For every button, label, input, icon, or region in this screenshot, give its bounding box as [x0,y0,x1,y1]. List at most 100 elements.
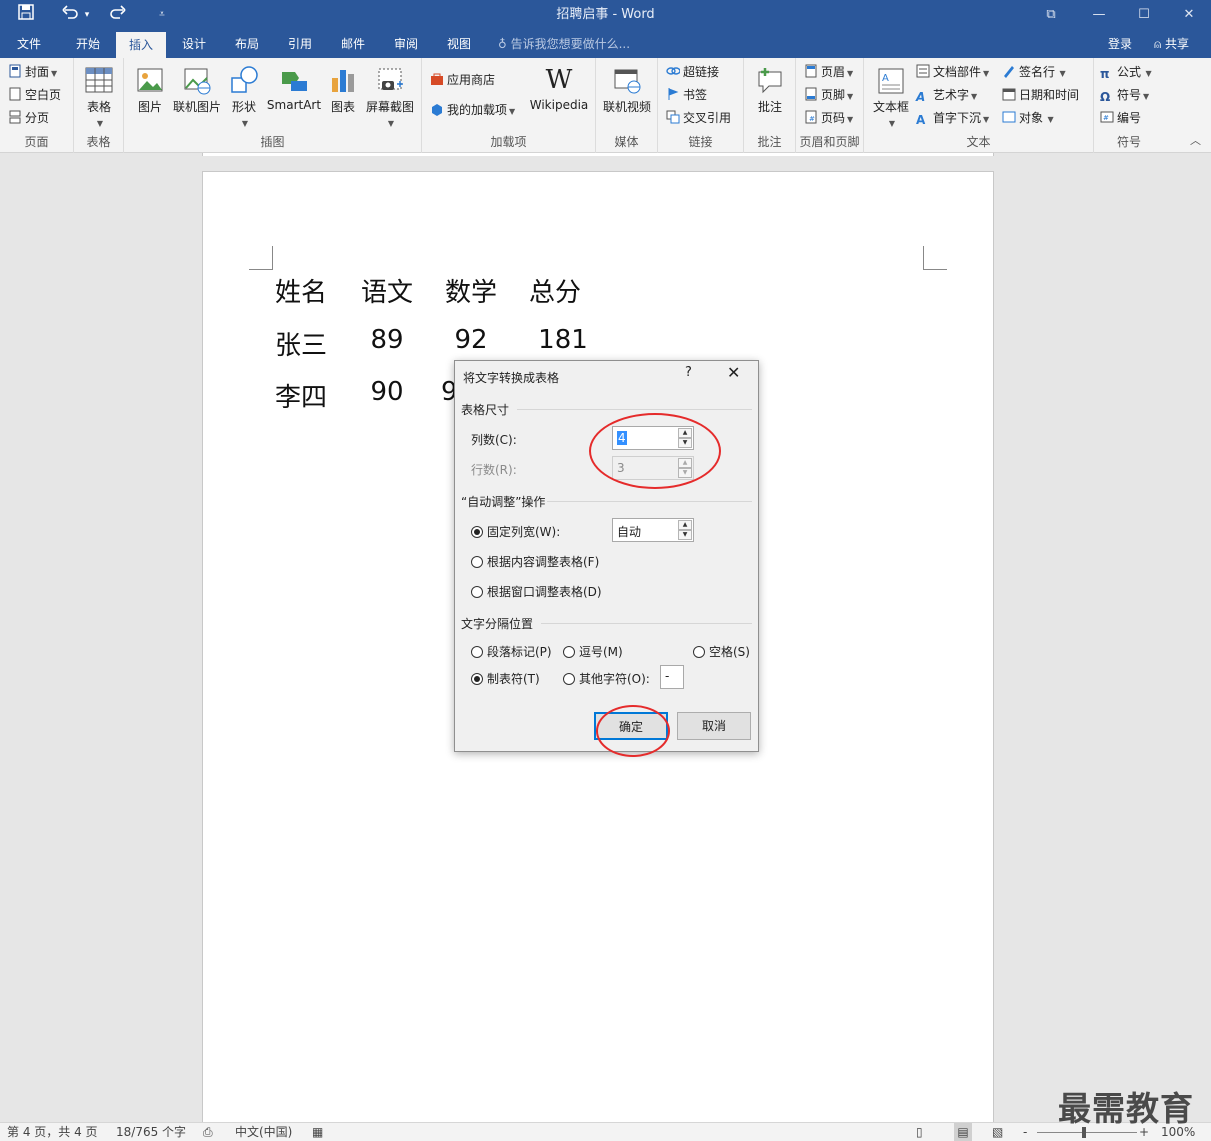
minimize-button[interactable]: — [1076,0,1122,30]
print-layout-icon[interactable]: ▤ [954,1123,972,1141]
tab-view[interactable]: 视图 [434,30,484,58]
tab-review[interactable]: 审阅 [380,30,432,58]
comment-button[interactable]: 批注 [752,64,788,115]
shapes-button[interactable]: 形状 ▼ [226,64,262,129]
zoom-slider[interactable] [1037,1132,1137,1133]
group-label: 页眉和页脚 [799,135,860,149]
collapse-ribbon-icon[interactable]: ︿ [1190,132,1201,148]
read-mode-icon[interactable]: ▯ [916,1123,923,1141]
group-label: 符号 [1116,135,1141,149]
online-video-button[interactable]: 联机视频 [600,64,654,115]
bookmark-button[interactable]: 书签 [666,85,707,105]
word-count[interactable]: 18/765 个字 [116,1123,186,1141]
wikipedia-icon: W [545,65,573,95]
spin-up-icon[interactable]: ▲ [678,520,692,530]
cross-reference-icon [666,110,680,124]
text-cell: 92 [454,325,488,355]
screenshot-button[interactable]: 屏幕截图 ▼ [364,64,416,129]
radio-unselected [471,646,483,658]
fixed-width-radio[interactable]: 固定列宽(W): [471,523,560,540]
close-button[interactable]: ✕ [1166,0,1211,30]
watermark: 最需教育 [1058,1089,1194,1128]
svg-text:#: # [809,115,815,123]
language-indicator[interactable]: 中文(中国) [235,1123,292,1141]
chart-button[interactable]: 图表 [326,64,360,115]
online-picture-button[interactable]: 联机图片 [172,64,222,115]
my-addins-button[interactable]: 我的加载项 ▼ [430,100,515,120]
wordart-icon: A [916,90,926,104]
cancel-button[interactable]: 取消 [677,712,751,740]
tell-me-box[interactable]: ♁ 告诉我您想要做什么... [498,30,630,58]
cross-reference-button[interactable]: 交叉引用 [666,108,731,128]
separator-other-radio[interactable]: 其他字符(O): [563,670,650,687]
separator-paragraph-radio[interactable]: 段落标记(P) [471,643,552,660]
bookmark-icon [666,87,680,101]
maximize-button[interactable]: ☐ [1121,0,1167,30]
calendar-icon [1002,87,1016,101]
svg-text:A: A [882,73,889,84]
lightbulb-icon: ♁ [498,37,511,51]
drop-cap-button[interactable]: A 首字下沉 ▼ [916,108,989,128]
previous-page-edge [202,153,994,156]
smartart-icon [279,64,309,96]
text-cell: 90 [370,377,404,407]
other-character-input[interactable]: - [660,665,684,689]
web-layout-icon[interactable]: ▧ [992,1123,1003,1141]
separator-comma-radio[interactable]: 逗号(M) [563,643,623,660]
tab-mailings[interactable]: 邮件 [328,30,378,58]
quick-parts-button[interactable]: 文档部件 ▼ [916,62,989,82]
share-button[interactable]: ⍝ 共享 [1150,33,1193,55]
wordart-button[interactable]: A 艺术字 ▼ [916,85,977,105]
page-count[interactable]: 第 4 页，共 4 页 [7,1123,98,1141]
text-row[interactable]: 张三 89 92 181 [235,325,588,361]
spin-down-icon[interactable]: ▼ [678,530,692,540]
page-number-button[interactable]: # 页码 ▼ [804,108,853,128]
text-cell: 总分 [528,278,581,308]
signature-line-button[interactable]: 签名行 ▼ [1002,62,1066,82]
object-button[interactable]: 对象 ▼ [1002,108,1054,128]
radio-unselected [471,556,483,568]
proofing-icon[interactable]: ⎙ [203,1123,213,1141]
footer-button[interactable]: 页脚 ▼ [804,85,853,105]
wikipedia-button[interactable]: W Wikipedia [528,64,590,112]
fit-content-radio[interactable]: 根据内容调整表格(F) [471,553,599,570]
tab-file[interactable]: 文件 [4,30,54,58]
divider [517,409,752,410]
macro-icon[interactable]: ▦ [312,1123,323,1141]
tab-design[interactable]: 设计 [168,30,220,58]
tab-home[interactable]: 开始 [62,30,114,58]
tab-layout[interactable]: 布局 [222,30,272,58]
picture-button[interactable]: 图片 [134,64,166,115]
number-button[interactable]: # 编号 [1100,108,1141,128]
link-icon [666,64,681,78]
login-link[interactable]: 登录 [1108,30,1132,58]
header-button[interactable]: 页眉 ▼ [804,62,853,82]
separator-space-radio[interactable]: 空格(S) [693,643,750,660]
table-button[interactable]: 表格 ▼ [82,64,116,129]
tab-insert[interactable]: 插入 [116,32,166,58]
status-bar: 第 4 页，共 4 页 18/765 个字 ⎙ 中文(中国) ▦ ▯ ▤ ▧ -… [0,1122,1211,1141]
textbox-button[interactable]: A 文本框 ▼ [870,64,912,129]
cover-page-button[interactable]: 封面 ▼ [8,62,57,82]
equation-button[interactable]: π 公式 ▼ [1100,62,1152,82]
date-time-button[interactable]: 日期和时间 [1002,85,1079,105]
hyperlink-button[interactable]: 超链接 [666,62,719,82]
page-break-button[interactable]: 分页 [8,108,49,128]
group-tables: 表格 ▼ 表格 [74,58,124,153]
store-button[interactable]: 应用商店 [430,70,495,90]
fit-window-radio[interactable]: 根据窗口调整表格(D) [471,583,602,600]
group-label: 媒体 [614,135,639,149]
fixed-width-stepper[interactable]: 自动 ▲ ▼ [612,518,694,542]
zoom-out-button[interactable]: - [1023,1123,1027,1141]
svg-text:#: # [1103,114,1109,122]
blank-page-button[interactable]: 空白页 [8,85,61,105]
symbol-button[interactable]: Ω 符号 ▼ [1100,85,1149,105]
tab-references[interactable]: 引用 [274,30,326,58]
close-icon[interactable]: ✕ [727,363,740,382]
help-icon[interactable]: ? [685,365,692,380]
text-row[interactable]: 姓名 语文 数学 总分 [235,272,581,308]
smartart-button[interactable]: SmartArt [266,64,322,112]
separator-tab-radio[interactable]: 制表符(T) [471,670,540,687]
ribbon-display-icon[interactable]: ⧉ [1028,0,1074,30]
cover-icon [8,64,22,78]
